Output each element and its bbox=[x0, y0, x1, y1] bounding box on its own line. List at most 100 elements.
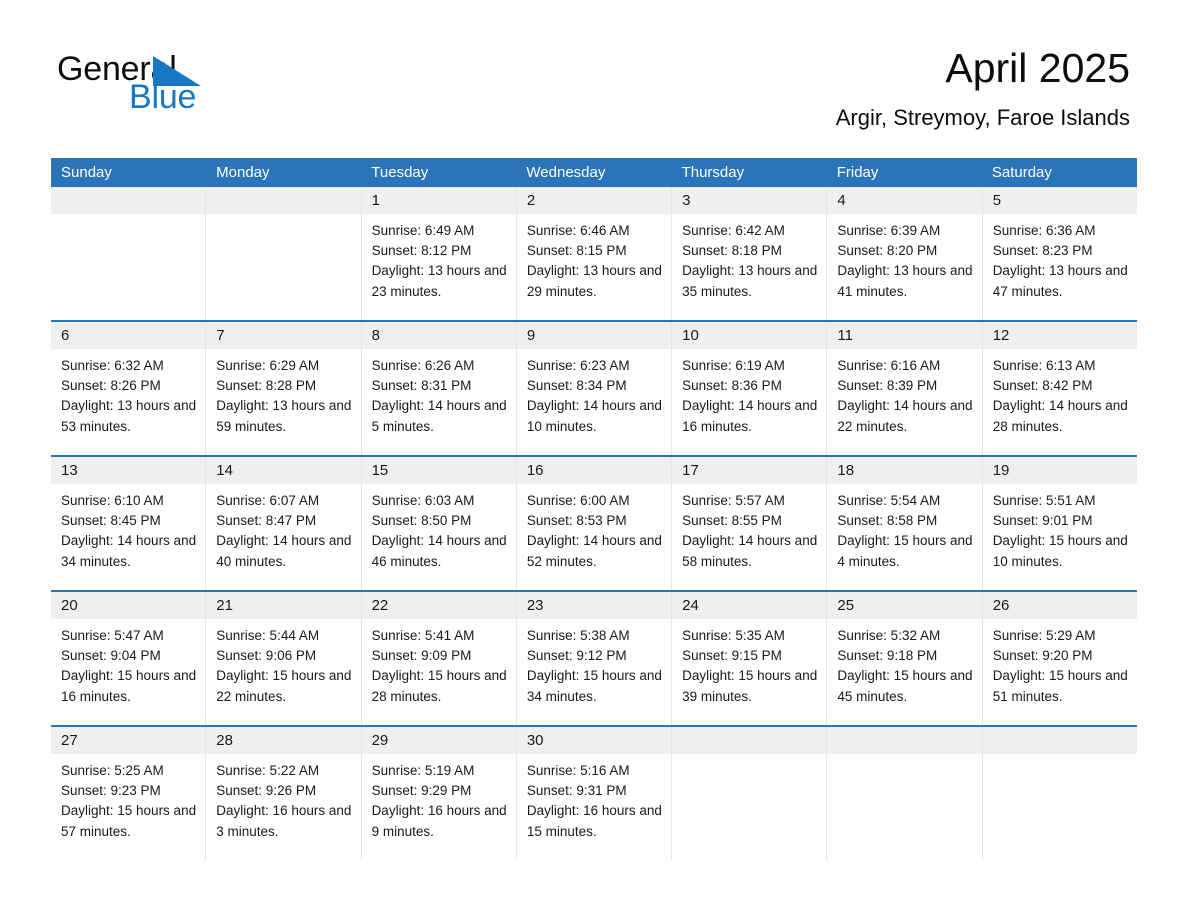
day-sun-info: Sunrise: 5:29 AM Sunset: 9:20 PM Daylight:… bbox=[983, 619, 1137, 707]
day-sun-info: Sunrise: 5:35 AM Sunset: 9:15 PM Daylight:… bbox=[672, 619, 826, 707]
sunset-time: Sunset: 8:53 PM bbox=[526, 513, 627, 529]
daylight-duration: Daylight: 15 hours and 10 minutes. bbox=[992, 533, 1128, 569]
day-cell[interactable]: 22 Sunrise: 5:41 AM Sunset: 9:09 PM Dayligh… bbox=[360, 592, 516, 725]
day-sun-info: Sunrise: 6:13 AM Sunset: 8:42 PM Daylight:… bbox=[983, 349, 1137, 437]
day-cell[interactable]: 13 Sunrise: 6:10 AM Sunset: 8:45 PM Dayligh… bbox=[51, 457, 206, 590]
generalblue-logo[interactable]: General Blue bbox=[57, 52, 237, 118]
day-cell-empty bbox=[826, 727, 982, 860]
day-sun-info: Sunrise: 6:16 AM Sunset: 8:39 PM Daylight:… bbox=[827, 349, 981, 437]
daylight-duration: Daylight: 15 hours and 4 minutes. bbox=[837, 533, 973, 569]
day-sun-info: Sunrise: 5:54 AM Sunset: 8:58 PM Daylight:… bbox=[827, 484, 981, 572]
day-cell[interactable]: 14 Sunrise: 6:07 AM Sunset: 8:47 PM Dayligh… bbox=[205, 457, 361, 590]
day-cell[interactable]: 8 Sunrise: 6:26 AM Sunset: 8:31 PM Daylight… bbox=[360, 322, 516, 455]
day-number bbox=[672, 727, 827, 754]
daylight-duration: Daylight: 14 hours and 5 minutes. bbox=[371, 398, 507, 434]
day-number: 16 bbox=[516, 457, 672, 484]
sunset-time: Sunset: 8:23 PM bbox=[992, 243, 1093, 259]
day-number: 12 bbox=[982, 322, 1137, 349]
day-number: 21 bbox=[206, 592, 361, 619]
day-cell[interactable]: 10 Sunrise: 6:19 AM Sunset: 8:36 PM Dayligh… bbox=[671, 322, 827, 455]
sunset-time: Sunset: 9:04 PM bbox=[61, 648, 161, 664]
day-number: 26 bbox=[982, 592, 1137, 619]
daylight-duration: Daylight: 15 hours and 34 minutes. bbox=[526, 668, 662, 704]
day-cell[interactable]: 25 Sunrise: 5:32 AM Sunset: 9:18 PM Dayligh… bbox=[826, 592, 982, 725]
day-number: 20 bbox=[51, 592, 206, 619]
sunrise-time: Sunrise: 6:29 AM bbox=[216, 358, 320, 373]
day-cell[interactable]: 2 Sunrise: 6:46 AM Sunset: 8:15 PM Daylight… bbox=[515, 187, 672, 320]
sunset-time: Sunset: 8:18 PM bbox=[682, 243, 782, 259]
day-cell[interactable]: 4 Sunrise: 6:39 AM Sunset: 8:20 PM Daylight… bbox=[826, 187, 982, 320]
daylight-duration: Daylight: 15 hours and 22 minutes. bbox=[216, 668, 352, 704]
day-cell-empty bbox=[981, 727, 1137, 860]
daylight-duration: Daylight: 16 hours and 15 minutes. bbox=[526, 803, 662, 839]
day-number bbox=[827, 727, 982, 754]
daylight-duration: Daylight: 15 hours and 57 minutes. bbox=[61, 803, 197, 839]
day-number: 15 bbox=[361, 457, 516, 484]
sunrise-time: Sunrise: 5:19 AM bbox=[371, 763, 475, 778]
sunrise-time: Sunrise: 5:22 AM bbox=[216, 763, 320, 778]
daylight-duration: Daylight: 14 hours and 46 minutes. bbox=[371, 533, 507, 569]
day-cell[interactable]: 5 Sunrise: 6:36 AM Sunset: 8:23 PM Daylight… bbox=[981, 187, 1137, 320]
day-cell[interactable]: 3 Sunrise: 6:42 AM Sunset: 8:18 PM Daylight… bbox=[671, 187, 827, 320]
day-number: 1 bbox=[361, 187, 516, 214]
day-cell[interactable]: 26 Sunrise: 5:29 AM Sunset: 9:20 PM Dayligh… bbox=[981, 592, 1137, 725]
sunrise-time: Sunrise: 6:10 AM bbox=[61, 493, 164, 508]
calendar-week-row: 27 Sunrise: 5:25 AM Sunset: 9:23 PM Dayligh… bbox=[51, 725, 1137, 860]
calendar-week-row: 6 Sunrise: 6:32 AM Sunset: 8:26 PM Daylight… bbox=[51, 320, 1137, 455]
day-cell[interactable]: 6 Sunrise: 6:32 AM Sunset: 8:26 PM Daylight… bbox=[51, 322, 206, 455]
day-cell[interactable]: 9 Sunrise: 6:23 AM Sunset: 8:34 PM Daylight… bbox=[515, 322, 672, 455]
sunset-time: Sunset: 8:28 PM bbox=[216, 378, 317, 394]
day-cell[interactable]: 27 Sunrise: 5:25 AM Sunset: 9:23 PM Dayligh… bbox=[51, 727, 206, 860]
daylight-duration: Daylight: 14 hours and 16 minutes. bbox=[682, 398, 818, 434]
day-cell[interactable]: 21 Sunrise: 5:44 AM Sunset: 9:06 PM Dayligh… bbox=[205, 592, 361, 725]
day-cell[interactable]: 20 Sunrise: 5:47 AM Sunset: 9:04 PM Dayligh… bbox=[51, 592, 206, 725]
day-cell[interactable]: 18 Sunrise: 5:54 AM Sunset: 8:58 PM Dayligh… bbox=[826, 457, 982, 590]
sunset-time: Sunset: 8:20 PM bbox=[837, 243, 938, 259]
daylight-duration: Daylight: 14 hours and 10 minutes. bbox=[526, 398, 662, 434]
day-cell[interactable]: 11 Sunrise: 6:16 AM Sunset: 8:39 PM Dayligh… bbox=[826, 322, 982, 455]
day-cell[interactable]: 24 Sunrise: 5:35 AM Sunset: 9:15 PM Dayligh… bbox=[671, 592, 827, 725]
day-sun-info: Sunrise: 5:41 AM Sunset: 9:09 PM Daylight:… bbox=[362, 619, 516, 707]
day-sun-info: Sunrise: 6:10 AM Sunset: 8:45 PM Daylight:… bbox=[51, 484, 205, 572]
sunrise-time: Sunrise: 6:36 AM bbox=[992, 223, 1096, 238]
day-cell-empty bbox=[51, 187, 206, 320]
day-cell[interactable]: 1 Sunrise: 6:49 AM Sunset: 8:12 PM Daylight… bbox=[360, 187, 516, 320]
sunrise-time: Sunrise: 6:00 AM bbox=[526, 493, 630, 508]
day-sun-info: Sunrise: 5:25 AM Sunset: 9:23 PM Daylight:… bbox=[51, 754, 205, 842]
day-cell[interactable]: 15 Sunrise: 6:03 AM Sunset: 8:50 PM Dayligh… bbox=[360, 457, 516, 590]
weekday-header-saturday: Saturday bbox=[991, 164, 1052, 181]
sunrise-time: Sunrise: 5:16 AM bbox=[526, 763, 630, 778]
day-sun-info: Sunrise: 6:23 AM Sunset: 8:34 PM Daylight:… bbox=[517, 349, 671, 437]
day-cell[interactable]: 17 Sunrise: 5:57 AM Sunset: 8:55 PM Dayligh… bbox=[671, 457, 827, 590]
day-cell[interactable]: 29 Sunrise: 5:19 AM Sunset: 9:29 PM Dayligh… bbox=[360, 727, 516, 860]
day-sun-info: Sunrise: 6:42 AM Sunset: 8:18 PM Daylight:… bbox=[672, 214, 826, 302]
sunset-time: Sunset: 8:39 PM bbox=[837, 378, 938, 394]
day-sun-info: Sunrise: 6:32 AM Sunset: 8:26 PM Daylight:… bbox=[51, 349, 205, 437]
sunrise-time: Sunrise: 6:19 AM bbox=[682, 358, 785, 373]
day-cell[interactable]: 28 Sunrise: 5:22 AM Sunset: 9:26 PM Dayligh… bbox=[205, 727, 361, 860]
day-cell[interactable]: 23 Sunrise: 5:38 AM Sunset: 9:12 PM Dayligh… bbox=[515, 592, 672, 725]
daylight-duration: Daylight: 13 hours and 53 minutes. bbox=[61, 398, 197, 434]
sunset-time: Sunset: 8:58 PM bbox=[837, 513, 938, 529]
day-cell[interactable]: 16 Sunrise: 6:00 AM Sunset: 8:53 PM Dayligh… bbox=[515, 457, 672, 590]
sunrise-time: Sunrise: 6:46 AM bbox=[526, 223, 630, 238]
sunset-time: Sunset: 8:47 PM bbox=[216, 513, 317, 529]
sunset-time: Sunset: 8:45 PM bbox=[61, 513, 161, 529]
weekday-header-friday: Friday bbox=[836, 164, 879, 181]
day-sun-info: Sunrise: 6:36 AM Sunset: 8:23 PM Daylight:… bbox=[983, 214, 1137, 302]
day-cell[interactable]: 7 Sunrise: 6:29 AM Sunset: 8:28 PM Daylight… bbox=[205, 322, 361, 455]
day-cell[interactable]: 19 Sunrise: 5:51 AM Sunset: 9:01 PM Dayligh… bbox=[981, 457, 1137, 590]
sunset-time: Sunset: 9:31 PM bbox=[526, 783, 627, 799]
day-cell[interactable]: 30 Sunrise: 5:16 AM Sunset: 9:31 PM Dayligh… bbox=[515, 727, 672, 860]
day-number bbox=[51, 187, 206, 214]
sunrise-time: Sunrise: 6:13 AM bbox=[992, 358, 1096, 373]
sunset-time: Sunset: 8:36 PM bbox=[682, 378, 782, 394]
sunset-time: Sunset: 9:06 PM bbox=[216, 648, 317, 664]
sunrise-time: Sunrise: 5:51 AM bbox=[992, 493, 1096, 508]
day-number bbox=[982, 727, 1137, 754]
day-number: 4 bbox=[827, 187, 982, 214]
sunset-time: Sunset: 9:12 PM bbox=[526, 648, 627, 664]
day-cell[interactable]: 12 Sunrise: 6:13 AM Sunset: 8:42 PM Dayligh… bbox=[981, 322, 1137, 455]
sunrise-time: Sunrise: 6:32 AM bbox=[61, 358, 164, 373]
sunrise-time: Sunrise: 6:39 AM bbox=[837, 223, 941, 238]
